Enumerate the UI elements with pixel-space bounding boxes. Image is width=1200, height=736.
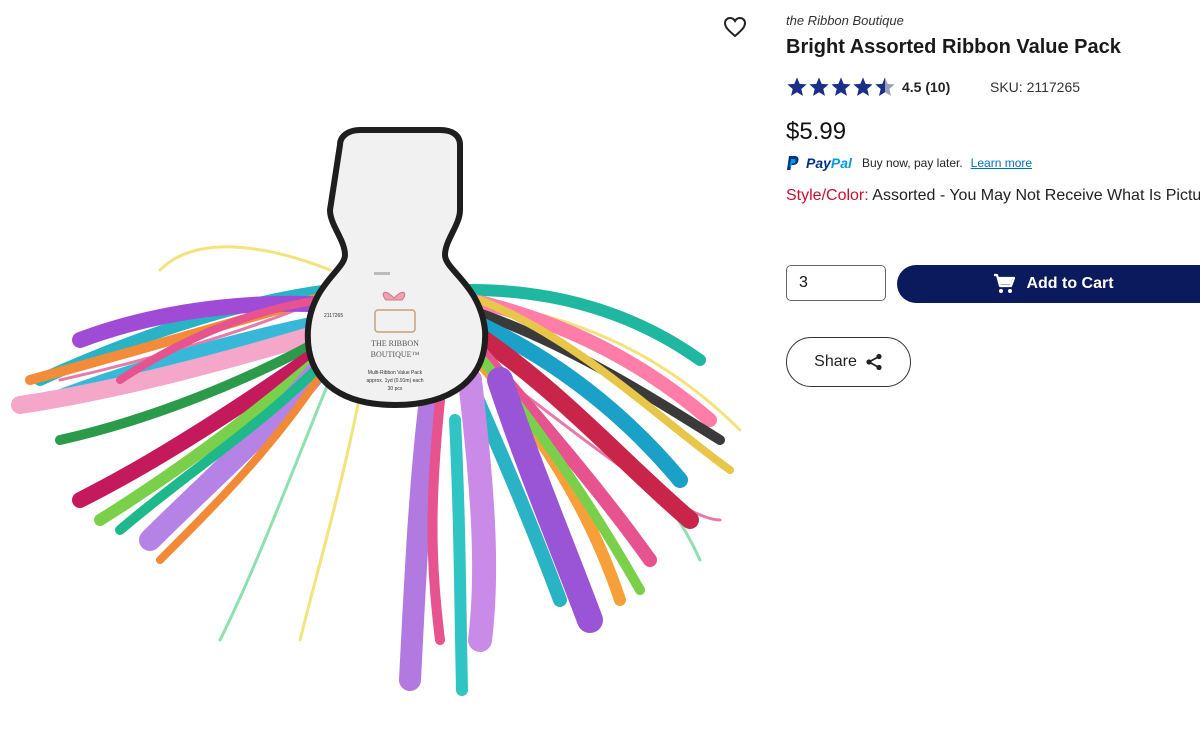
hanger-card: 2117265 THE RIBBON BOUTIQUE™ Multi-Ribbo…: [304, 127, 489, 409]
card-sku: 2117265: [324, 313, 343, 319]
style-color: Style/Color: Assorted - You May Not Rece…: [786, 187, 1200, 205]
paypal-message: Buy now, pay later.: [861, 156, 963, 170]
paypal-wordmark: PayPal: [806, 155, 852, 171]
favorite-button[interactable]: [720, 12, 750, 42]
paypal-learn-more-link[interactable]: Learn more: [971, 156, 1032, 170]
brand-link[interactable]: the Ribbon Boutique: [786, 13, 904, 28]
card-brand-line1: THE RIBBON: [371, 339, 419, 348]
star-icon: [831, 77, 851, 96]
share-button[interactable]: Share: [786, 337, 911, 387]
paypal-logo-icon: [787, 156, 799, 170]
share-label: Share: [814, 353, 857, 370]
product-image: 2117265 THE RIBBON BOUTIQUE™ Multi-Ribbo…: [11, 127, 742, 696]
product-price: $5.99: [786, 118, 847, 145]
paypal-wordmark-pal: Pal: [830, 155, 852, 171]
style-color-label: Style/Color:: [786, 187, 869, 204]
paypal-banner: PayPal Buy now, pay later. Learn more: [786, 155, 1032, 171]
paypal-wordmark-pay: Pay: [806, 155, 831, 171]
rating-text: 4.5 (10): [902, 79, 951, 95]
card-desc2: approx. 1yd (0.91m) each: [367, 378, 424, 384]
card-desc3: 30 pcs: [388, 386, 403, 392]
product-image-area: 2117265 THE RIBBON BOUTIQUE™ Multi-Ribbo…: [0, 0, 760, 736]
add-to-cart-label: Add to Cart: [1026, 275, 1114, 292]
star-icon: [853, 77, 873, 96]
half-star-icon: [875, 77, 895, 96]
star-icon: [809, 77, 829, 96]
card-desc1: Multi-Ribbon Value Pack: [368, 370, 423, 376]
product-info-panel: the Ribbon Boutique Bright Assorted Ribb…: [786, 0, 1200, 736]
heart-outline-icon: [723, 16, 747, 38]
star-icon: [787, 77, 807, 96]
product-title: Bright Assorted Ribbon Value Pack: [786, 36, 1121, 58]
sku-text: SKU: 2117265: [990, 79, 1081, 95]
quantity-input[interactable]: [786, 265, 886, 301]
share-icon: [866, 353, 882, 371]
style-color-value: Assorted - You May Not Receive What Is P…: [872, 187, 1200, 204]
star-rating: [786, 76, 896, 98]
shopping-cart-icon: [994, 273, 1016, 293]
card-brand-line2: BOUTIQUE™: [371, 350, 420, 359]
add-to-cart-button[interactable]: Add to Cart: [897, 265, 1200, 303]
rating-summary[interactable]: 4.5 (10): [786, 76, 950, 98]
